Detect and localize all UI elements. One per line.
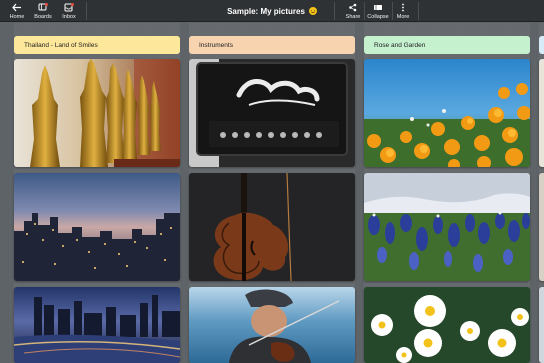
golden-buddha-statues-photo[interactable] bbox=[14, 59, 180, 167]
smiley-emoji-icon bbox=[308, 7, 317, 15]
column-title: Instruments bbox=[199, 41, 233, 49]
violin-image bbox=[189, 173, 355, 281]
column-header[interactable]: Instruments bbox=[189, 36, 355, 54]
violin-photo[interactable] bbox=[189, 173, 355, 281]
white-daisies-photo[interactable] bbox=[364, 287, 530, 363]
violinist-photo[interactable] bbox=[189, 287, 355, 363]
inbox-button[interactable]: Inbox bbox=[54, 0, 84, 22]
toolbar-divider bbox=[86, 2, 87, 20]
column-header[interactable] bbox=[539, 36, 544, 54]
skyline-image bbox=[14, 173, 180, 281]
card-partial[interactable] bbox=[539, 173, 544, 281]
column-instruments: Instruments bbox=[189, 23, 355, 363]
collapse-label: Collapse bbox=[367, 14, 389, 20]
column-rose-garden: Rose and Garden bbox=[364, 23, 530, 363]
column-header[interactable]: Rose and Garden bbox=[364, 36, 530, 54]
column-thailand: Thailand - Land of Smiles bbox=[14, 23, 180, 363]
toolbar-divider bbox=[418, 2, 419, 20]
column-partial bbox=[539, 23, 544, 363]
back-arrow-icon bbox=[12, 3, 21, 12]
board-title[interactable]: Sample: My pictures bbox=[227, 7, 317, 16]
inbox-label: Inbox bbox=[62, 14, 76, 20]
card-partial[interactable] bbox=[539, 59, 544, 167]
amplifier-image bbox=[189, 59, 355, 167]
column-title: Rose and Garden bbox=[374, 41, 426, 49]
more-button[interactable]: More bbox=[388, 0, 418, 22]
more-vertical-icon bbox=[402, 3, 404, 12]
poppies-image bbox=[364, 59, 530, 167]
boards-label: Boards bbox=[34, 14, 52, 20]
inbox-icon bbox=[64, 3, 74, 12]
toolbar-divider bbox=[334, 2, 335, 20]
daisies-image bbox=[364, 287, 530, 363]
column-title: Thailand - Land of Smiles bbox=[24, 41, 98, 49]
guitar-amplifier-photo[interactable] bbox=[189, 59, 355, 167]
board-title-text: Sample: My pictures bbox=[227, 6, 305, 16]
share-label: Share bbox=[345, 14, 361, 20]
column-header[interactable]: Thailand - Land of Smiles bbox=[14, 36, 180, 54]
more-label: More bbox=[396, 14, 410, 20]
orange-poppies-photo[interactable] bbox=[364, 59, 530, 167]
bluebonnet-field-photo[interactable] bbox=[364, 173, 530, 281]
card-partial[interactable] bbox=[539, 287, 544, 363]
night-city-image bbox=[14, 287, 180, 363]
share-icon bbox=[349, 3, 357, 12]
violinist-image bbox=[189, 287, 355, 363]
collapse-icon bbox=[374, 5, 382, 10]
city-skyline-dusk-photo[interactable] bbox=[14, 173, 180, 281]
buddha-image bbox=[14, 59, 180, 167]
city-night-river-photo[interactable] bbox=[14, 287, 180, 363]
board-canvas[interactable]: Thailand - Land of Smiles Instruments Ro… bbox=[0, 23, 544, 363]
boards-icon bbox=[38, 3, 48, 11]
home-label: Home bbox=[9, 14, 25, 20]
bluebonnet-image bbox=[364, 173, 530, 281]
